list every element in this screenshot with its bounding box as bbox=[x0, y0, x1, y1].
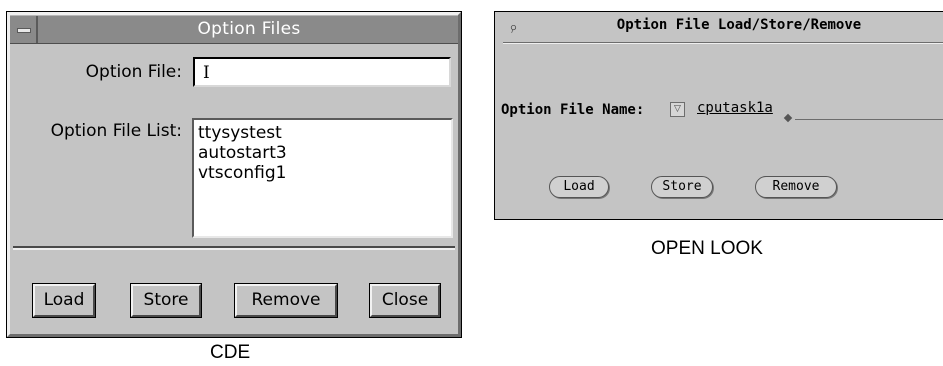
cde-caption: CDE bbox=[210, 342, 251, 363]
cde-window-title: Option Files bbox=[197, 19, 301, 39]
pushpin-icon[interactable]: ⌕ bbox=[506, 17, 521, 37]
remove-button[interactable]: Remove bbox=[755, 176, 837, 198]
window-menu-bar-glyph bbox=[17, 28, 31, 33]
option-file-list-label: Option File List: bbox=[50, 121, 182, 141]
openlook-title-bar[interactable]: ⌕ Option File Load/Store/Remove bbox=[495, 12, 943, 40]
option-file-name-field[interactable]: cputask1a bbox=[697, 100, 773, 116]
openlook-window-title: Option File Load/Store/Remove bbox=[616, 17, 862, 33]
store-button[interactable]: Store bbox=[651, 176, 713, 198]
openlook-option-file-dialog: ⌕ Option File Load/Store/Remove Option F… bbox=[494, 11, 943, 220]
load-button[interactable]: Load bbox=[32, 283, 96, 318]
list-item[interactable]: autostart3 bbox=[198, 143, 447, 163]
text-field-underline bbox=[795, 119, 943, 120]
option-file-input[interactable]: I bbox=[193, 57, 451, 87]
separator bbox=[13, 246, 455, 250]
abbreviated-menu-button-icon[interactable]: ▽ bbox=[670, 102, 685, 117]
close-button[interactable]: Close bbox=[369, 283, 441, 318]
cde-title-bar[interactable]: Option Files bbox=[10, 15, 458, 44]
text-caret-icon bbox=[783, 113, 793, 123]
option-file-list[interactable]: ttysystest autostart3 vtsconfig1 bbox=[192, 118, 453, 238]
cde-option-files-dialog: Option Files Option File: I Option File … bbox=[6, 11, 462, 338]
option-file-name-label: Option File Name: bbox=[501, 102, 645, 118]
window-menu-icon[interactable] bbox=[10, 16, 38, 43]
title-separator bbox=[503, 42, 943, 44]
remove-button[interactable]: Remove bbox=[234, 283, 338, 318]
load-button[interactable]: Load bbox=[549, 176, 609, 198]
list-item[interactable]: vtsconfig1 bbox=[198, 163, 447, 183]
option-file-label: Option File: bbox=[85, 62, 182, 82]
store-button[interactable]: Store bbox=[130, 283, 202, 318]
openlook-caption: OPEN LOOK bbox=[651, 238, 763, 259]
text-cursor: I bbox=[203, 63, 210, 83]
list-item[interactable]: ttysystest bbox=[198, 123, 447, 143]
